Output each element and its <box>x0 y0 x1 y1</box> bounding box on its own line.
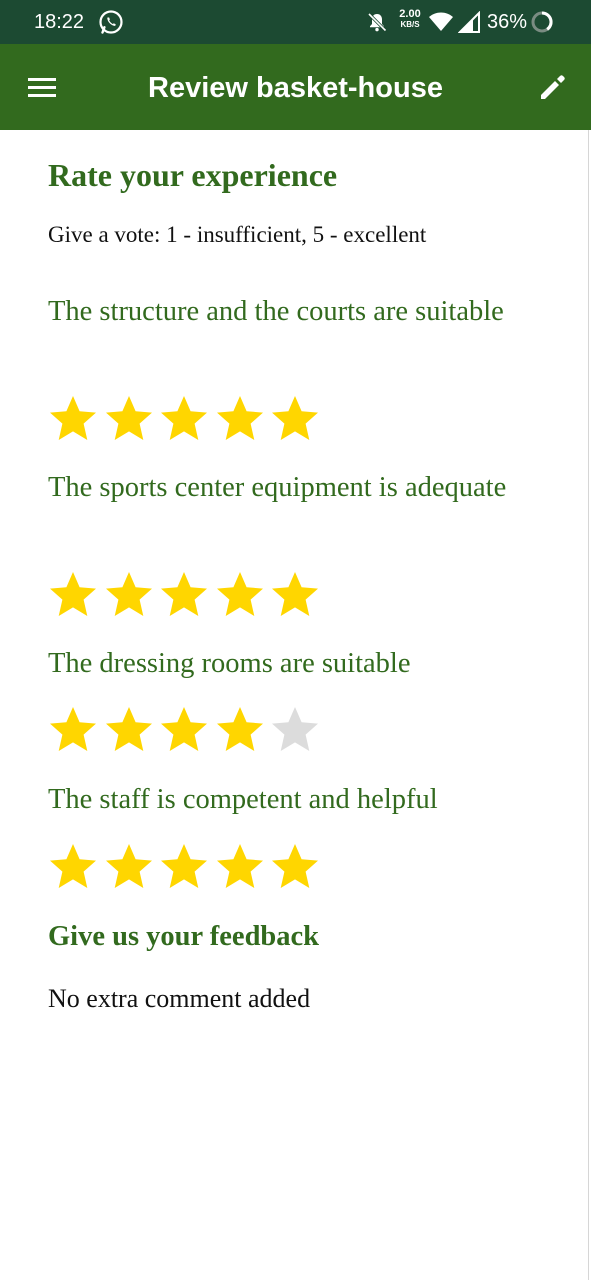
rating-instructions: Give a vote: 1 - insufficient, 5 - excel… <box>48 222 427 247</box>
star-filled-icon[interactable] <box>48 394 98 444</box>
star-filled-icon[interactable] <box>48 570 98 620</box>
star-filled-icon[interactable] <box>159 705 209 755</box>
star-filled-icon[interactable] <box>215 705 265 755</box>
star-empty-icon[interactable] <box>270 705 320 755</box>
status-bar: 18:22 2.00 KB/S 36% <box>0 0 591 44</box>
feedback-section-title: Give us your feedback <box>48 921 320 952</box>
star-filled-icon[interactable] <box>270 394 320 444</box>
network-speed: 2.00 KB/S <box>395 8 425 30</box>
star-filled-icon[interactable] <box>215 394 265 444</box>
scroll-edge-divider <box>588 130 589 1280</box>
rating-stars-dressing-rooms[interactable] <box>48 705 348 757</box>
star-filled-icon[interactable] <box>48 705 98 755</box>
question-staff-label: The staff is competent and helpful <box>48 784 438 815</box>
rating-stars-equipment[interactable] <box>48 570 348 622</box>
network-speed-value: 2.00 <box>399 8 421 20</box>
star-filled-icon[interactable] <box>270 842 320 892</box>
question-structure-label: The structure and the courts are suitabl… <box>48 296 504 327</box>
star-filled-icon[interactable] <box>270 570 320 620</box>
page-title: Review basket-house <box>148 72 443 104</box>
bell-off-icon <box>367 12 387 32</box>
rating-stars-structure[interactable] <box>48 394 348 446</box>
whatsapp-icon <box>99 10 123 34</box>
edit-icon[interactable] <box>537 71 569 103</box>
rating-stars-staff[interactable] <box>48 842 348 894</box>
rating-section-title: Rate your experience <box>48 157 338 193</box>
battery-percentage: 36% <box>487 11 528 33</box>
signal-icon <box>458 11 480 33</box>
star-filled-icon[interactable] <box>104 570 154 620</box>
star-filled-icon[interactable] <box>159 570 209 620</box>
network-speed-unit: KB/S <box>400 20 420 29</box>
star-filled-icon[interactable] <box>104 705 154 755</box>
feedback-comment: No extra comment added <box>48 984 311 1013</box>
status-time: 18:22 <box>34 11 85 33</box>
wifi-icon <box>429 12 453 31</box>
star-filled-icon[interactable] <box>104 842 154 892</box>
question-equipment-label: The sports center equipment is adequate <box>48 472 507 503</box>
star-filled-icon[interactable] <box>215 842 265 892</box>
app-bar: Review basket-house <box>0 44 591 130</box>
star-filled-icon[interactable] <box>215 570 265 620</box>
star-filled-icon[interactable] <box>48 842 98 892</box>
star-filled-icon[interactable] <box>159 842 209 892</box>
star-filled-icon[interactable] <box>159 394 209 444</box>
question-dressing-rooms-label: The dressing rooms are suitable <box>48 648 411 679</box>
battery-icon <box>531 11 553 33</box>
star-filled-icon[interactable] <box>104 394 154 444</box>
